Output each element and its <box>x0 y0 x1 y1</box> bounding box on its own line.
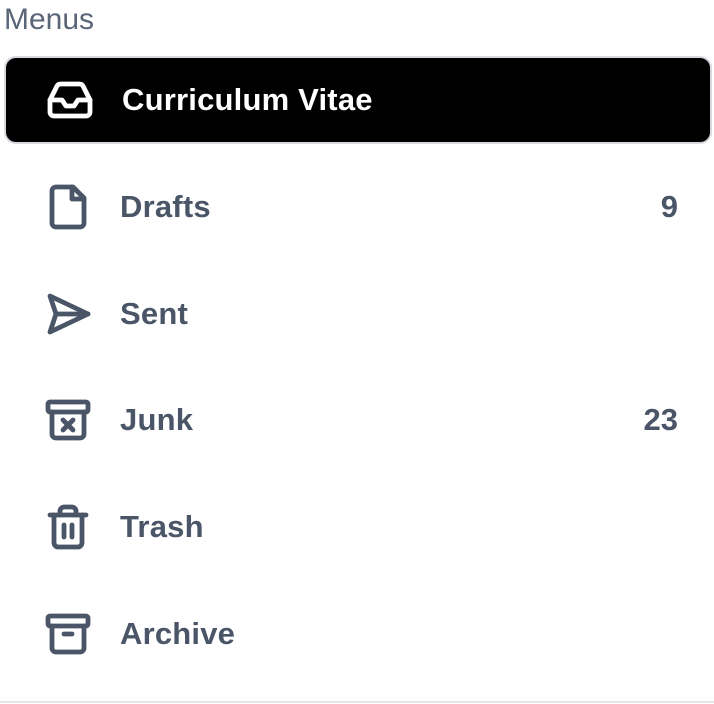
archive-x-icon <box>44 396 92 444</box>
menu-item-label: Curriculum Vitae <box>122 82 373 117</box>
menu-item-archive[interactable]: Archive <box>4 580 712 687</box>
menu-item-label: Drafts <box>120 189 211 225</box>
menu-item-junk[interactable]: Junk 23 <box>4 367 712 474</box>
archive-icon <box>44 610 92 658</box>
section-label: Menus <box>4 3 95 36</box>
menu-item-curriculum-vitae[interactable]: Curriculum Vitae <box>4 56 712 144</box>
send-icon <box>44 290 92 338</box>
menu-item-drafts[interactable]: Drafts 9 <box>4 154 712 261</box>
divider <box>0 701 714 703</box>
file-icon <box>44 183 92 231</box>
menu-item-trash[interactable]: Trash <box>4 474 712 581</box>
menu-item-label: Sent <box>120 295 188 331</box>
inbox-icon <box>46 76 94 124</box>
menu-item-sent[interactable]: Sent <box>4 261 712 368</box>
trash-icon <box>44 503 92 551</box>
menu-item-label: Trash <box>120 509 204 545</box>
menu-item-label: Archive <box>120 615 236 651</box>
nav-menu: Curriculum Vitae Drafts 9 Sent Junk 23 T… <box>4 56 712 687</box>
count-badge: 23 <box>643 402 678 438</box>
menu-item-label: Junk <box>120 402 194 438</box>
count-badge: 9 <box>660 189 678 225</box>
